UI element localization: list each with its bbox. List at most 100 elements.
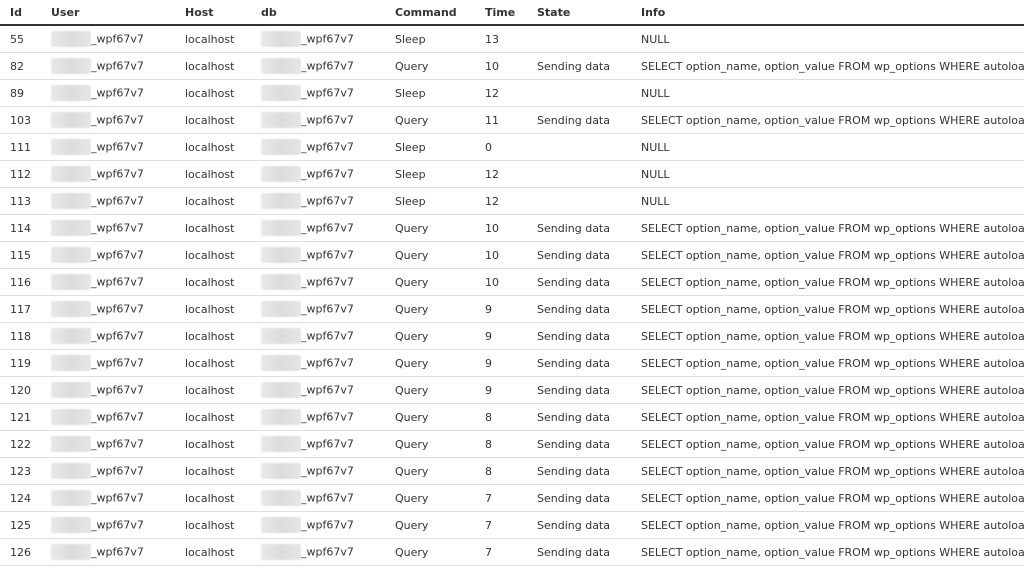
redacted-db-prefix <box>261 85 301 101</box>
cell-db: _wpf67v7 <box>253 133 387 161</box>
cell-id: 114 <box>0 214 43 242</box>
cell-state: Sending data <box>529 511 633 539</box>
cell-host: localhost <box>177 538 253 566</box>
cell-info: NULL <box>633 25 1024 53</box>
redacted-db-prefix <box>261 166 301 182</box>
user-suffix: _wpf67v7 <box>91 248 144 262</box>
redacted-db-prefix <box>261 193 301 209</box>
db-suffix: _wpf67v7 <box>301 248 354 262</box>
db-suffix: _wpf67v7 <box>301 86 354 100</box>
redacted-db-prefix <box>261 463 301 479</box>
header-info: Info <box>633 0 1024 26</box>
cell-user: _wpf67v7 <box>43 187 177 215</box>
cell-host: localhost <box>177 403 253 431</box>
user-suffix: _wpf67v7 <box>91 140 144 154</box>
cell-info: SELECT option_name, option_value FROM wp… <box>633 214 1024 242</box>
redacted-db-prefix <box>261 328 301 344</box>
cell-user: _wpf67v7 <box>43 106 177 134</box>
cell-id: 117 <box>0 295 43 323</box>
redacted-user-prefix <box>51 382 91 398</box>
db-suffix: _wpf67v7 <box>301 437 354 451</box>
cell-db: _wpf67v7 <box>253 214 387 242</box>
table-header: Id User Host db Command Time State Info <box>0 0 1024 26</box>
redacted-user-prefix <box>51 355 91 371</box>
cell-user: _wpf67v7 <box>43 403 177 431</box>
cell-command: Sleep <box>387 79 477 107</box>
user-suffix: _wpf67v7 <box>91 167 144 181</box>
cell-command: Query <box>387 538 477 566</box>
user-suffix: _wpf67v7 <box>91 32 144 46</box>
redacted-db-prefix <box>261 436 301 452</box>
cell-command: Sleep <box>387 187 477 215</box>
cell-state: Sending data <box>529 403 633 431</box>
cell-time: 12 <box>477 79 529 107</box>
cell-id: 125 <box>0 511 43 539</box>
header-time: Time <box>477 0 529 26</box>
cell-user: _wpf67v7 <box>43 160 177 188</box>
table-row: 89 _wpf67v7 localhost _wpf67v7 Sleep 12 NULL <box>0 79 1024 107</box>
cell-host: localhost <box>177 133 253 161</box>
redacted-user-prefix <box>51 193 91 209</box>
table-row: 123 _wpf67v7 localhost _wpf67v7 Query 8 Sendin… <box>0 457 1024 485</box>
cell-state: Sending data <box>529 430 633 458</box>
cell-user: _wpf67v7 <box>43 79 177 107</box>
cell-host: localhost <box>177 511 253 539</box>
cell-user: _wpf67v7 <box>43 133 177 161</box>
cell-db: _wpf67v7 <box>253 52 387 80</box>
cell-host: localhost <box>177 106 253 134</box>
table-row: 124 _wpf67v7 localhost _wpf67v7 Query 7 Sendin… <box>0 484 1024 512</box>
db-suffix: _wpf67v7 <box>301 383 354 397</box>
cell-db: _wpf67v7 <box>253 538 387 566</box>
header-id: Id <box>0 0 43 26</box>
table-row: 118 _wpf67v7 localhost _wpf67v7 Query 9 Sendin… <box>0 322 1024 350</box>
redacted-db-prefix <box>261 490 301 506</box>
cell-host: localhost <box>177 376 253 404</box>
cell-id: 122 <box>0 430 43 458</box>
redacted-db-prefix <box>261 409 301 425</box>
table-row: 82 _wpf67v7 localhost _wpf67v7 Query 10 Sendin… <box>0 52 1024 80</box>
user-suffix: _wpf67v7 <box>91 194 144 208</box>
cell-id: 120 <box>0 376 43 404</box>
user-suffix: _wpf67v7 <box>91 437 144 451</box>
cell-time: 12 <box>477 160 529 188</box>
user-suffix: _wpf67v7 <box>91 464 144 478</box>
db-suffix: _wpf67v7 <box>301 194 354 208</box>
cell-user: _wpf67v7 <box>43 376 177 404</box>
table-row: 112 _wpf67v7 localhost _wpf67v7 Sleep 12 NULL <box>0 160 1024 188</box>
cell-id: 116 <box>0 268 43 296</box>
redacted-user-prefix <box>51 301 91 317</box>
table-row: 115 _wpf67v7 localhost _wpf67v7 Query 10 Sendi… <box>0 241 1024 269</box>
redacted-db-prefix <box>261 220 301 236</box>
user-suffix: _wpf67v7 <box>91 86 144 100</box>
cell-user: _wpf67v7 <box>43 52 177 80</box>
cell-db: _wpf67v7 <box>253 349 387 377</box>
cell-host: localhost <box>177 484 253 512</box>
cell-command: Query <box>387 322 477 350</box>
db-suffix: _wpf67v7 <box>301 275 354 289</box>
cell-command: Query <box>387 214 477 242</box>
cell-state: Sending data <box>529 241 633 269</box>
cell-db: _wpf67v7 <box>253 106 387 134</box>
cell-db: _wpf67v7 <box>253 511 387 539</box>
cell-info: SELECT option_name, option_value FROM wp… <box>633 457 1024 485</box>
cell-command: Sleep <box>387 160 477 188</box>
redacted-db-prefix <box>261 274 301 290</box>
cell-command: Query <box>387 295 477 323</box>
cell-user: _wpf67v7 <box>43 25 177 53</box>
cell-info: SELECT option_name, option_value FROM wp… <box>633 538 1024 566</box>
cell-id: 82 <box>0 52 43 80</box>
redacted-db-prefix <box>261 544 301 560</box>
redacted-user-prefix <box>51 544 91 560</box>
redacted-user-prefix <box>51 328 91 344</box>
redacted-user-prefix <box>51 58 91 74</box>
db-suffix: _wpf67v7 <box>301 32 354 46</box>
cell-user: _wpf67v7 <box>43 538 177 566</box>
user-suffix: _wpf67v7 <box>91 302 144 316</box>
cell-id: 112 <box>0 160 43 188</box>
cell-time: 8 <box>477 403 529 431</box>
db-suffix: _wpf67v7 <box>301 167 354 181</box>
redacted-user-prefix <box>51 166 91 182</box>
cell-time: 7 <box>477 511 529 539</box>
db-suffix: _wpf67v7 <box>301 140 354 154</box>
cell-user: _wpf67v7 <box>43 295 177 323</box>
